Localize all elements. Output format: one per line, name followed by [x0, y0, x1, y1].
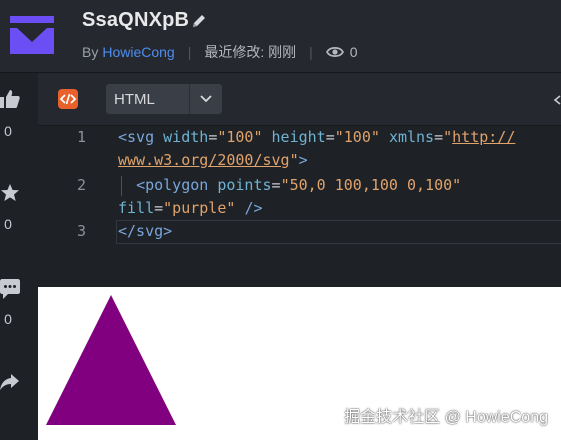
code-line: <svg width="100" height="100" xmlns="htt… — [118, 128, 516, 146]
share-icon — [0, 374, 19, 390]
language-label: HTML — [114, 90, 155, 108]
star-count: 0 — [4, 216, 12, 232]
code-line: <polygon points="50,0 100,100 0,100" — [136, 176, 462, 194]
code-line: fill="purple" /> — [118, 199, 263, 217]
code-editor[interactable]: 1 2 3 <svg width="100" height="100" xmln… — [38, 126, 561, 286]
view-count: 0 — [349, 44, 358, 60]
active-line-highlight — [116, 220, 561, 244]
editor-toolbar: HTML — [38, 73, 561, 126]
star-button[interactable] — [0, 183, 22, 203]
chevron-down-icon[interactable] — [190, 84, 222, 114]
meta-divider: | — [309, 44, 313, 60]
preview-triangle — [46, 295, 176, 425]
collapse-arrow-icon[interactable] — [553, 95, 561, 105]
comment-count: 0 — [4, 311, 12, 327]
share-button[interactable] — [0, 373, 22, 391]
thumbs-up-icon — [0, 90, 20, 108]
logo-icon[interactable] — [8, 14, 56, 56]
watermark: 掘金技术社区 @ HowieCong — [344, 409, 548, 426]
like-button[interactable] — [0, 89, 22, 109]
comment-button[interactable] — [0, 278, 22, 300]
meta-divider: | — [187, 44, 192, 60]
project-meta: By HowieCong | 最近修改: 刚刚 | 0 — [82, 42, 358, 62]
line-number: 3 — [76, 222, 86, 240]
author-link[interactable]: HowieCong — [102, 44, 174, 60]
code-icon — [58, 89, 78, 109]
eye-icon — [325, 46, 344, 58]
line-number: 1 — [76, 128, 86, 146]
like-count: 0 — [4, 123, 12, 139]
code-line: </svg> — [118, 222, 173, 240]
language-select[interactable]: HTML — [106, 84, 222, 114]
code-line: www.w3.org/2000/svg"> — [118, 151, 308, 169]
comment-icon — [0, 279, 20, 299]
edit-icon[interactable] — [190, 12, 208, 30]
by-label: By — [82, 44, 99, 60]
project-title[interactable]: SsaQNXpB — [82, 9, 189, 32]
line-number: 2 — [76, 176, 86, 194]
action-sidebar: 0 0 0 — [0, 73, 38, 440]
header: SsaQNXpB By HowieCong | 最近修改: 刚刚 | 0 — [0, 0, 561, 73]
last-updated: 最近修改: 刚刚 — [204, 44, 297, 60]
star-icon — [1, 184, 19, 201]
preview-pane: 掘金技术社区 @ HowieCong — [38, 287, 561, 440]
